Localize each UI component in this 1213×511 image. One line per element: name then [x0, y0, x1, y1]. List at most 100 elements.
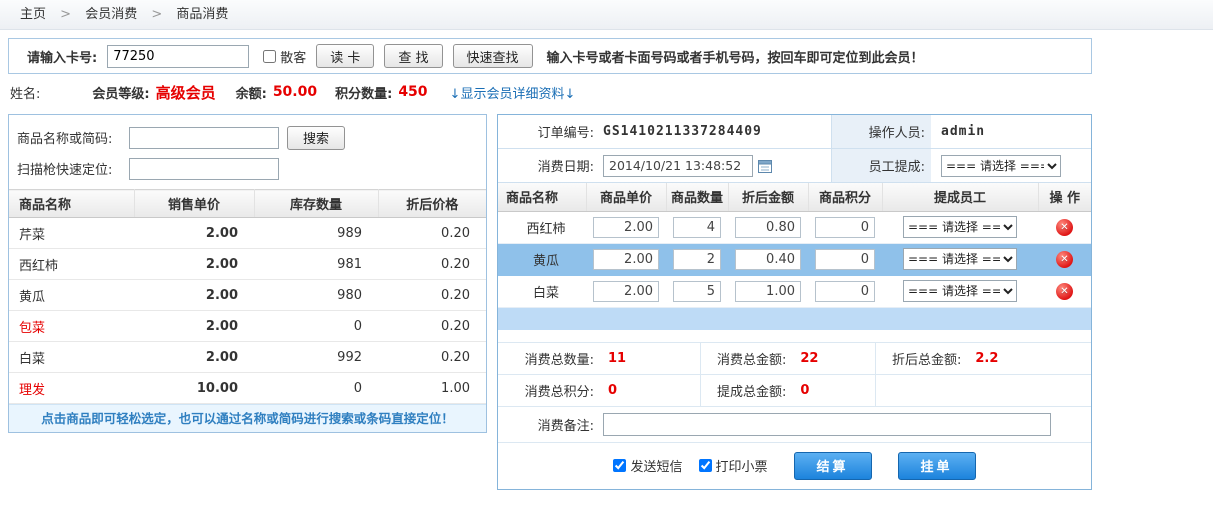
member-info-row: 姓名: 会员等级: 高级会员 余额: 50.00 积分数量: 450 ↓显示会员…: [0, 74, 1213, 110]
product-search-button[interactable]: 搜索: [287, 126, 345, 150]
product-row[interactable]: 包菜 2.00 0 0.20: [9, 311, 486, 342]
row-commission-select[interactable]: === 请选择 ===: [903, 248, 1017, 270]
scan-input[interactable]: [129, 158, 279, 180]
selection-strip: [498, 308, 1091, 330]
settle-button[interactable]: 结算: [794, 452, 872, 480]
unit-price-input[interactable]: [593, 217, 659, 238]
order-row[interactable]: 西红柿 === 请选择 === ✕: [498, 211, 1091, 243]
row-commission-select[interactable]: === 请选择 ===: [903, 216, 1017, 238]
product-name: 白菜: [9, 342, 134, 373]
product-row[interactable]: 白菜 2.00 992 0.20: [9, 342, 486, 373]
consume-date-input[interactable]: [603, 155, 753, 177]
discount-amount-input[interactable]: [735, 281, 801, 302]
balance-label: 余额:: [236, 83, 267, 102]
consume-date-label: 消费日期:: [498, 156, 594, 175]
show-member-detail-link[interactable]: ↓显示会员详细资料↓: [450, 83, 576, 102]
col-stock: 库存数量: [254, 190, 378, 218]
discount-amount-input[interactable]: [735, 217, 801, 238]
breadcrumb-home[interactable]: 主页: [20, 7, 46, 22]
quantity-input[interactable]: [673, 217, 721, 238]
order-summary: 消费总数量: 11 消费总金额: 22 折后总金额: 2.2 消费总积分:: [498, 342, 1091, 443]
casual-guest-option[interactable]: 散客: [263, 47, 306, 66]
send-sms-option[interactable]: 发送短信: [613, 456, 682, 475]
unit-price-input[interactable]: [593, 281, 659, 302]
order-table: 商品名称 商品单价 商品数量 折后金额 商品积分 提成员工 操 作 西红柿: [498, 183, 1091, 308]
breadcrumb-separator: >: [60, 7, 71, 22]
breadcrumb-product-consume[interactable]: 商品消费: [176, 7, 228, 22]
row-commission-select[interactable]: === 请选择 ===: [903, 280, 1017, 302]
remark-label: 消费备注:: [498, 415, 594, 434]
print-ticket-option[interactable]: 打印小票: [699, 456, 768, 475]
order-row[interactable]: 黄瓜 === 请选择 === ✕: [498, 243, 1091, 275]
col-order-product-name: 商品名称: [498, 183, 586, 211]
product-search-area: 商品名称或简码: 搜索 扫描枪快速定位:: [9, 115, 486, 189]
product-price: 2.00: [134, 280, 254, 311]
discount-total-value: 2.2: [975, 351, 998, 366]
read-card-button[interactable]: 读 卡: [316, 44, 374, 68]
quantity-input[interactable]: [673, 249, 721, 270]
find-button[interactable]: 查 找: [384, 44, 442, 68]
discount-total-label: 折后总金额:: [892, 349, 961, 368]
print-ticket-checkbox[interactable]: [699, 459, 712, 472]
order-product-name: 黄瓜: [498, 243, 586, 275]
order-product-name: 西红柿: [498, 211, 586, 243]
breadcrumb-separator: >: [151, 7, 162, 22]
points-label: 积分数量:: [335, 83, 392, 102]
hold-order-button[interactable]: 挂单: [898, 452, 976, 480]
card-search-hint: 输入卡号或者卡面号码或者手机号码，按回车即可定位到此会员！: [547, 47, 924, 66]
col-product-points: 商品积分: [808, 183, 882, 211]
summary-row-1: 消费总数量: 11 消费总金额: 22 折后总金额: 2.2: [498, 343, 1091, 375]
card-number-input[interactable]: [107, 45, 249, 68]
calendar-icon[interactable]: [757, 158, 773, 174]
total-points-label: 消费总积分:: [498, 381, 594, 400]
casual-guest-label: 散客: [280, 47, 306, 66]
send-sms-checkbox[interactable]: [613, 459, 626, 472]
remark-row: 消费备注:: [498, 407, 1091, 443]
product-table: 商品名称 销售单价 库存数量 折后价格 芹菜 2.00 989 0.20 西红柿: [9, 189, 486, 404]
card-number-label: 请输入卡号:: [27, 47, 97, 66]
balance-value: 50.00: [273, 84, 317, 100]
breadcrumb: 主页 > 会员消费 > 商品消费: [0, 0, 1213, 30]
product-search-input[interactable]: [129, 127, 279, 149]
col-operation: 操 作: [1038, 183, 1091, 211]
total-amount-label: 消费总金额:: [717, 349, 786, 368]
quick-find-button[interactable]: 快速查找: [453, 44, 533, 68]
col-discount-amount: 折后金额: [728, 183, 808, 211]
order-row[interactable]: 白菜 === 请选择 === ✕: [498, 275, 1091, 307]
product-panel: 商品名称或简码: 搜索 扫描枪快速定位: 商品名称 销售单价 库存数量 折后价: [8, 114, 487, 433]
product-discount: 0.20: [378, 342, 486, 373]
main-content: 商品名称或简码: 搜索 扫描枪快速定位: 商品名称 销售单价 库存数量 折后价: [8, 114, 1213, 490]
product-stock: 992: [254, 342, 378, 373]
unit-price-input[interactable]: [593, 249, 659, 270]
scan-label: 扫描枪快速定位:: [17, 159, 129, 178]
product-stock: 0: [254, 373, 378, 404]
product-row[interactable]: 黄瓜 2.00 980 0.20: [9, 280, 486, 311]
commission-label: 员工提成:: [869, 156, 925, 175]
casual-guest-checkbox[interactable]: [263, 50, 276, 63]
order-table-header: 商品名称 商品单价 商品数量 折后金额 商品积分 提成员工 操 作: [498, 183, 1091, 211]
quantity-input[interactable]: [673, 281, 721, 302]
operator-label: 操作人员:: [869, 122, 925, 141]
delete-row-icon[interactable]: ✕: [1056, 251, 1073, 268]
points-input[interactable]: [815, 249, 875, 270]
product-row[interactable]: 西红柿 2.00 981 0.20: [9, 249, 486, 280]
product-row[interactable]: 理发 10.00 0 1.00: [9, 373, 486, 404]
commission-select[interactable]: === 请选择 ===: [941, 155, 1061, 177]
points-input[interactable]: [815, 281, 875, 302]
points-input[interactable]: [815, 217, 875, 238]
order-header-row-1: 订单编号: GS1410211337284409 操作人员: admin: [498, 115, 1091, 149]
order-panel: 订单编号: GS1410211337284409 操作人员: admin 消费日…: [497, 114, 1092, 490]
delete-row-icon[interactable]: ✕: [1056, 219, 1073, 236]
delete-row-icon[interactable]: ✕: [1056, 283, 1073, 300]
breadcrumb-member-consume[interactable]: 会员消费: [85, 7, 137, 22]
discount-amount-input[interactable]: [735, 249, 801, 270]
total-points-value: 0: [608, 383, 617, 398]
operator-value: admin: [941, 124, 985, 139]
product-row[interactable]: 芹菜 2.00 989 0.20: [9, 218, 486, 249]
product-price: 10.00: [134, 373, 254, 404]
remark-input[interactable]: [603, 413, 1051, 436]
product-stock: 989: [254, 218, 378, 249]
product-table-header: 商品名称 销售单价 库存数量 折后价格: [9, 190, 486, 218]
order-product-name: 白菜: [498, 275, 586, 307]
points-value: 450: [398, 84, 427, 100]
